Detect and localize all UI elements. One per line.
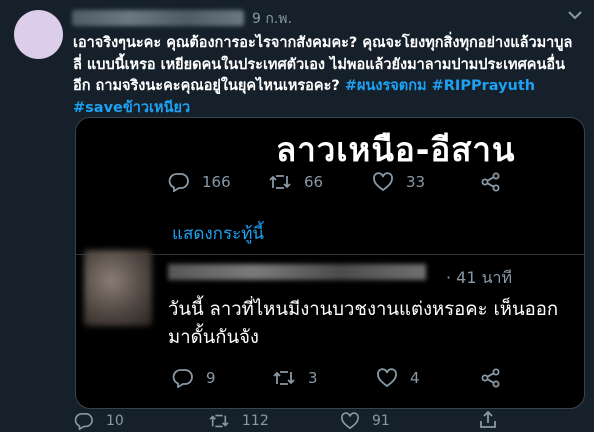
hashtag-link[interactable]: #RIPPrayuth [432,78,535,94]
embedded-tweet-image[interactable]: ลาวเหนือ-อีสาน 166 66 33 แสดงกระทู้นี้ ·… [75,117,585,409]
tweet-text: เอาจริงๆนะคะ คุณต้องการอะไรจากสังคมคะ? ค… [73,33,573,119]
reply-like-count: 4 [410,369,420,387]
like-button[interactable]: 91 [340,412,390,430]
show-thread-link[interactable]: แสดงกระทู้นี้ [172,220,264,247]
embedded-headline: ลาวเหนือ-อีสาน [276,130,516,169]
hashtag-link[interactable]: #saveข้าวเหนียว [73,100,190,116]
thread-divider [76,254,584,255]
chevron-down-icon[interactable] [566,8,584,22]
reply-text: วันนี้ ลาวที่ไหนมีงานบวชงานแต่งหรอคะ เห็… [168,299,559,348]
retweet-icon [269,175,291,189]
like-icon [341,412,359,430]
reply-icon [74,412,93,430]
reply-reply-count: 9 [206,369,216,387]
embedded-like-count: 33 [406,173,426,191]
tweet-action-bar: 10 112 91 [0,410,594,432]
hashtag-link[interactable]: #ผนงรจตกม [345,78,427,94]
reply-icon [172,369,193,388]
reply-button[interactable]: 10 [74,412,124,430]
reply-icon [168,173,189,192]
hashtag-bold: #save [73,99,123,116]
embedded-share-button[interactable] [480,172,502,192]
embedded-reply-count: 166 [202,173,231,191]
like-count: 91 [372,413,390,429]
embedded-retweet-button[interactable]: 66 [268,172,323,192]
retweet-icon [209,414,229,428]
reply-share-button[interactable] [480,368,502,388]
reply-reply-button[interactable]: 9 [172,368,216,388]
reply-retweet-button[interactable]: 3 [272,368,318,388]
author-avatar[interactable] [14,10,63,59]
tweet-date[interactable]: 9 ก.พ. [252,8,292,30]
reply-like-button[interactable]: 4 [376,368,420,388]
author-name-blurred[interactable] [72,10,244,26]
retweet-count: 112 [242,413,269,429]
like-icon [377,368,397,388]
reply-retweet-count: 3 [308,369,318,387]
embedded-retweet-count: 66 [304,173,324,191]
reply-name-blurred[interactable] [168,264,426,280]
reply-count: 10 [106,413,124,429]
share-icon [481,368,500,388]
embedded-reply-button[interactable]: 166 [168,172,231,192]
share-button[interactable] [478,410,498,430]
embedded-like-button[interactable]: 33 [372,172,425,192]
reply-time[interactable]: · 41 นาที [446,266,512,291]
retweet-icon [273,371,295,385]
share-icon [480,410,496,428]
like-icon [373,172,393,192]
hashtag-rest: ข้าวเหนียว [122,99,191,116]
reply-avatar-blurred[interactable] [84,250,152,326]
retweet-button[interactable]: 112 [208,412,269,430]
share-icon [481,172,500,192]
